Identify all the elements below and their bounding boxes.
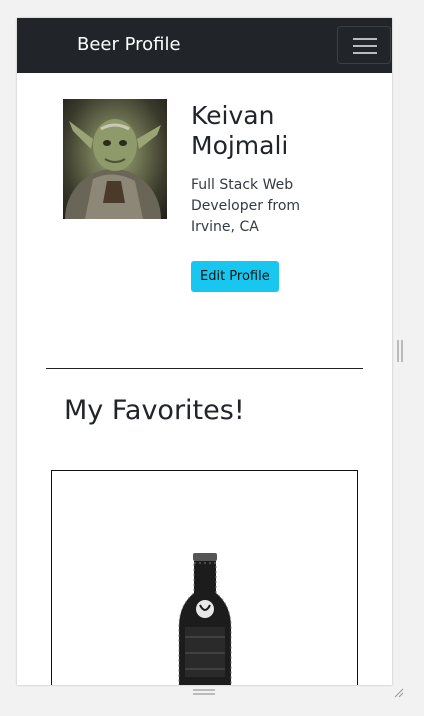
favorite-card[interactable] xyxy=(51,470,358,685)
page-viewport: Beer Profile Keivan Mojmali Full Stack W… xyxy=(17,18,392,685)
corner-resize-icon[interactable] xyxy=(394,688,404,698)
bottom-resize-handle[interactable] xyxy=(193,689,215,695)
navbar: Beer Profile xyxy=(17,18,392,73)
navbar-brand[interactable]: Beer Profile xyxy=(77,34,181,56)
side-resize-handle[interactable] xyxy=(397,340,403,362)
edit-profile-button[interactable]: Edit Profile xyxy=(191,261,279,292)
favorites-heading: My Favorites! xyxy=(64,395,245,426)
beer-bottle-image xyxy=(178,553,232,685)
profile-name: Keivan Mojmali xyxy=(191,101,289,160)
profile-avatar xyxy=(63,99,167,219)
navbar-toggler-button[interactable] xyxy=(337,26,391,64)
profile-bio: Full Stack Web Developer from Irvine, CA xyxy=(191,177,301,235)
section-divider xyxy=(46,368,363,369)
hamburger-menu-icon xyxy=(353,38,377,40)
